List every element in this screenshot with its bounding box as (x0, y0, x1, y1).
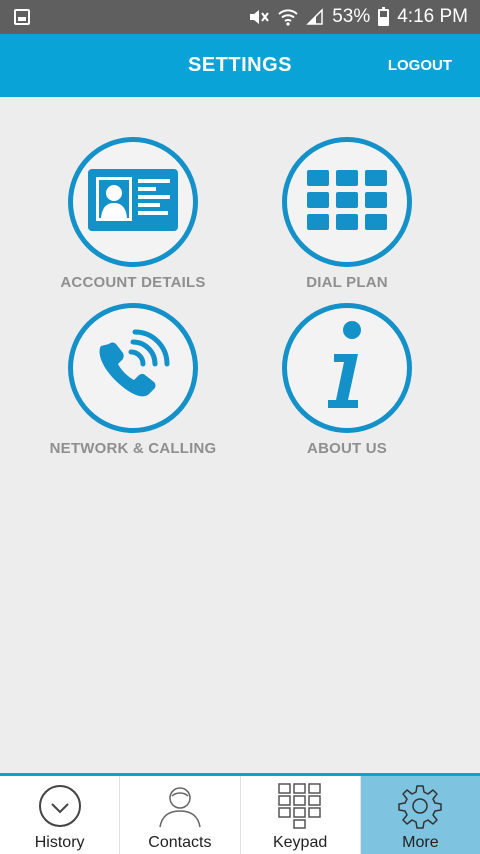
clock-icon (37, 782, 83, 830)
wifi-icon (278, 8, 298, 26)
keypad-grid-icon (307, 169, 387, 235)
nav-contacts-label: Contacts (148, 834, 212, 851)
keypad-icon (277, 782, 323, 830)
about-us-label: ABOUT US (307, 440, 387, 457)
bottom-navigation: History Contacts Keypad More (0, 773, 480, 854)
battery-percentage: 53% (332, 6, 371, 27)
mute-icon (248, 8, 270, 26)
dial-plan-circle (282, 137, 412, 267)
logout-button[interactable]: LOGOUT (388, 34, 452, 97)
network-calling-button[interactable]: NETWORK & CALLING (23, 303, 243, 457)
dial-plan-label: DIAL PLAN (306, 274, 388, 291)
nav-more[interactable]: More (359, 776, 480, 854)
id-card-icon (88, 168, 178, 236)
clock-time: 4:16 PM (397, 6, 468, 27)
dial-plan-button[interactable]: DIAL PLAN (237, 137, 457, 291)
account-details-circle (68, 137, 198, 267)
about-us-circle (282, 303, 412, 433)
account-details-button[interactable]: ACCOUNT DETAILS (23, 137, 243, 291)
nav-contacts[interactable]: Contacts (119, 776, 239, 854)
gear-icon (397, 782, 443, 830)
status-right-group: 53% 4:16 PM (248, 0, 468, 34)
nav-keypad-label: Keypad (272, 834, 328, 851)
network-calling-label: NETWORK & CALLING (49, 440, 217, 457)
about-us-button[interactable]: ABOUT US (237, 303, 457, 457)
network-calling-circle (68, 303, 198, 433)
nav-history[interactable]: History (0, 776, 119, 854)
nav-more-label: More (402, 834, 439, 851)
battery-icon (378, 6, 390, 26)
app-bar: SETTINGS LOGOUT (0, 34, 480, 97)
info-icon (322, 318, 372, 419)
signal-icon (306, 8, 324, 26)
gallery-notification-icon (14, 9, 30, 25)
nav-keypad[interactable]: Keypad (239, 776, 360, 854)
phone-ringing-icon (93, 328, 173, 409)
person-icon (157, 782, 203, 830)
account-details-label: ACCOUNT DETAILS (60, 274, 206, 291)
nav-history-label: History (34, 834, 85, 851)
status-bar: 53% 4:16 PM (0, 0, 480, 34)
